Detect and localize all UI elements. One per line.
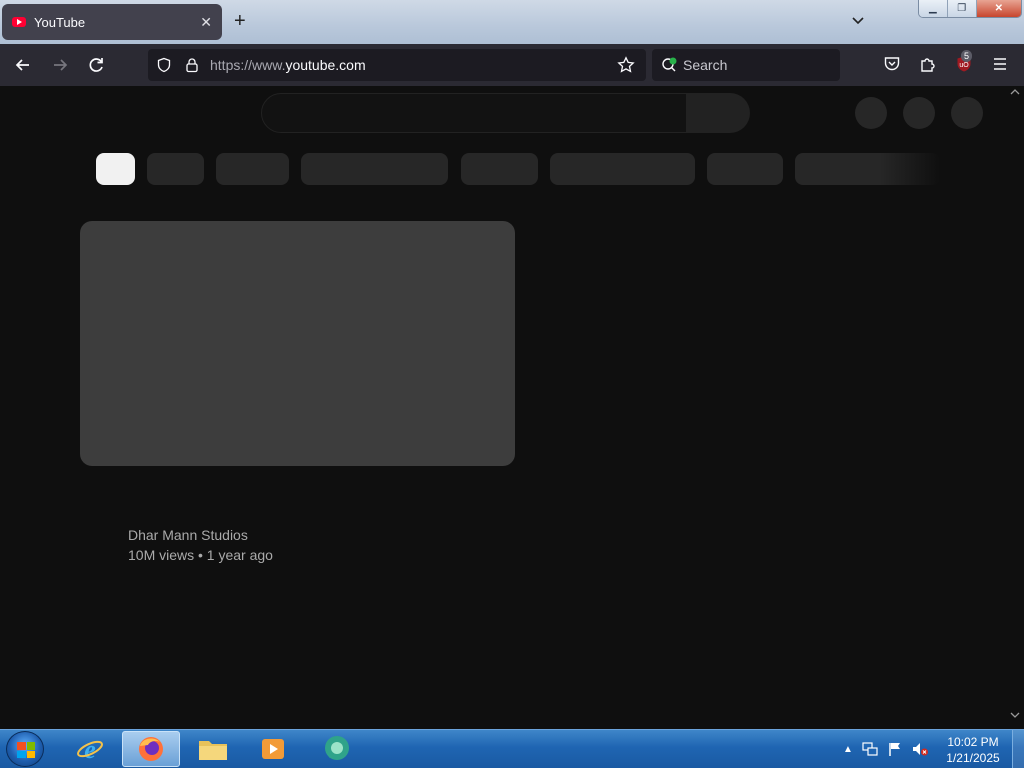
chat-app-icon: [325, 736, 349, 760]
video-metadata: 10M views • 1 year ago: [128, 547, 273, 563]
taskbar-file-explorer[interactable]: [184, 731, 242, 767]
url-text[interactable]: https://www.youtube.com: [210, 57, 366, 73]
tab-youtube[interactable]: YouTube ✕: [2, 4, 222, 40]
network-icon[interactable]: [861, 741, 879, 757]
avatar-placeholder-circle[interactable]: [951, 97, 983, 129]
filter-chip[interactable]: [147, 153, 204, 185]
youtube-search-button[interactable]: [686, 93, 750, 133]
show-desktop-button[interactable]: [1012, 730, 1024, 768]
reload-icon[interactable]: [85, 54, 107, 76]
tracking-protection-shield-icon[interactable]: [156, 57, 172, 73]
filter-chip[interactable]: [216, 153, 289, 185]
system-tray: ▲: [843, 730, 929, 768]
extension-count-badge: 5: [961, 50, 973, 62]
taskbar-firefox[interactable]: [122, 731, 180, 767]
folder-icon: [199, 741, 227, 760]
taskbar-chat-app[interactable]: [308, 731, 366, 767]
title-bar: YouTube ✕ + ▁ ❐ ✕: [0, 0, 1024, 44]
action-center-flag-icon[interactable]: [887, 741, 903, 757]
scroll-down-arrow-icon[interactable]: [1010, 711, 1020, 719]
taskbar-media-player[interactable]: [244, 731, 302, 767]
restore-button[interactable]: ❐: [947, 0, 977, 17]
start-button[interactable]: [6, 731, 44, 767]
bookmark-star-icon[interactable]: [617, 56, 635, 74]
window-controls: ▁ ❐ ✕: [918, 0, 1022, 18]
back-arrow-icon[interactable]: [12, 54, 34, 76]
windows-logo-icon: [17, 742, 35, 758]
lock-icon[interactable]: [184, 57, 200, 73]
filter-chip[interactable]: [707, 153, 783, 185]
navigation-toolbar: https://www.youtube.com Search uO 5: [0, 44, 1024, 86]
forward-arrow-icon[interactable]: [49, 54, 71, 76]
scroll-up-arrow-icon[interactable]: [1010, 88, 1020, 96]
application-menu-icon[interactable]: [991, 56, 1009, 72]
youtube-page: Dhar Mann Studios 10M views • 1 year ago: [0, 86, 1024, 729]
clock-time: 10:02 PM: [947, 735, 999, 749]
youtube-search-input[interactable]: [261, 93, 687, 133]
filter-chip[interactable]: [461, 153, 538, 185]
filter-chip[interactable]: [550, 153, 695, 185]
show-hidden-icons-arrow-icon[interactable]: ▲: [843, 744, 853, 755]
notifications-placeholder-circle[interactable]: [903, 97, 935, 129]
extensions-puzzle-icon[interactable]: [919, 55, 937, 73]
url-prefix: https://www.: [210, 57, 286, 73]
url-domain: youtube.com: [285, 57, 366, 73]
svg-text:e: e: [84, 735, 96, 764]
address-bar[interactable]: https://www.youtube.com: [148, 49, 646, 81]
taskbar-clock[interactable]: 10:02 PM 1/21/2025: [940, 734, 1006, 766]
tab-close-button[interactable]: ✕: [200, 14, 212, 31]
video-thumbnail-placeholder[interactable]: [80, 221, 515, 466]
youtube-favicon-icon: [12, 17, 26, 27]
media-player-icon: [262, 739, 284, 759]
web-search-box[interactable]: Search: [652, 49, 840, 81]
search-engine-icon: [662, 57, 677, 72]
windows-taskbar: e ▲ 10:02 PM 1/21/2025: [0, 729, 1024, 768]
internet-explorer-icon: e: [77, 735, 103, 764]
filter-chip[interactable]: [301, 153, 448, 185]
new-tab-button[interactable]: +: [234, 10, 246, 32]
video-channel-name[interactable]: Dhar Mann Studios: [128, 527, 248, 543]
svg-text:uO: uO: [959, 62, 969, 69]
firefox-icon: [139, 737, 163, 761]
clock-date: 1/21/2025: [946, 751, 1000, 765]
taskbar-internet-explorer[interactable]: e: [61, 731, 119, 767]
create-placeholder-circle[interactable]: [855, 97, 887, 129]
window-close-button[interactable]: ✕: [976, 0, 1021, 17]
chip-bar-fade: [880, 153, 940, 185]
volume-muted-icon[interactable]: [911, 741, 929, 757]
list-all-tabs-icon[interactable]: [850, 12, 866, 28]
tab-title: YouTube: [34, 14, 86, 30]
search-placeholder: Search: [683, 57, 728, 73]
filter-chip-all[interactable]: [96, 153, 135, 185]
pocket-icon[interactable]: [883, 55, 901, 73]
minimize-button[interactable]: ▁: [919, 0, 948, 17]
